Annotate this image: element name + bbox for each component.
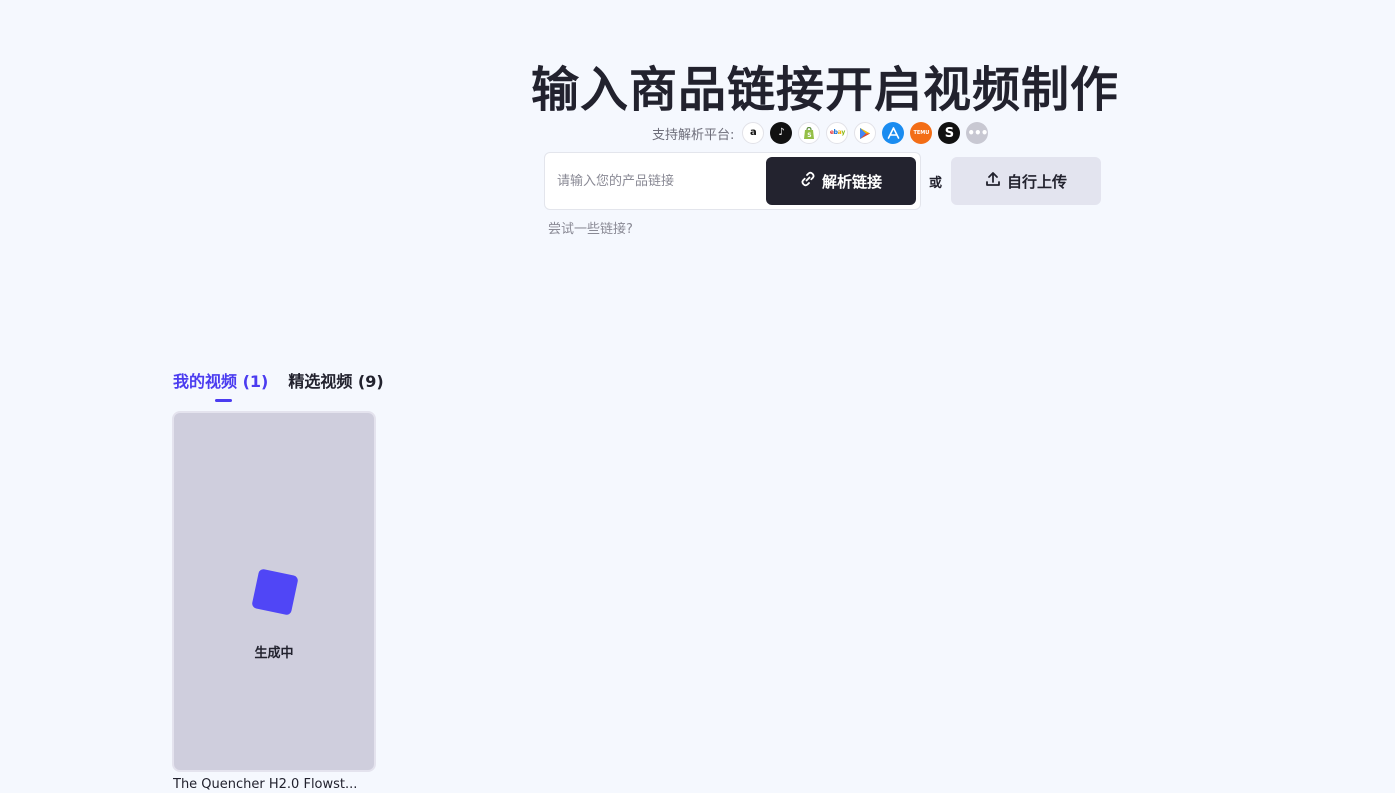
more-icon[interactable]: ••• — [966, 122, 989, 144]
shopify-icon: S — [798, 122, 821, 144]
parse-link-label: 解析链接 — [821, 172, 882, 191]
generating-status: 生成中 — [254, 646, 294, 661]
video-tabs: 我的视频 (1) 精选视频 (9) — [173, 368, 384, 402]
product-link-box: 解析链接 — [544, 152, 921, 210]
svg-text:S: S — [808, 132, 812, 139]
tab-featured-videos-label: 精选视频 (9) — [288, 372, 384, 391]
page-title: 输入商品链接开启视频制作 — [530, 62, 1119, 118]
product-link-input[interactable] — [557, 167, 762, 195]
link-icon — [800, 171, 816, 191]
tiktok-icon: ♪ — [770, 122, 793, 144]
platforms-label: 支持解析平台: — [652, 127, 735, 143]
loading-spinner-icon — [251, 568, 299, 616]
upload-icon — [985, 171, 1001, 191]
s-icon: S — [938, 122, 961, 144]
tab-my-videos-label: 我的视频 (1) — [173, 372, 269, 391]
supported-platforms: 支持解析平台: a ♪ S ebay TEMU S ••• — [652, 122, 989, 144]
temu-icon: TEMU — [910, 122, 933, 144]
amazon-icon: a — [742, 122, 765, 144]
try-links-link[interactable]: 尝试一些链接? — [548, 218, 633, 237]
tab-featured-videos[interactable]: 精选视频 (9) — [288, 368, 383, 402]
parse-link-button[interactable]: 解析链接 — [766, 157, 916, 205]
app-store-icon — [882, 122, 905, 144]
or-label: 或 — [929, 176, 943, 191]
video-title[interactable]: The Quencher H2.0 Flowst... — [173, 777, 373, 792]
tab-my-videos[interactable]: 我的视频 (1) — [173, 368, 268, 402]
upload-button[interactable]: 自行上传 — [951, 157, 1101, 205]
video-card[interactable]: 生成中 — [172, 411, 376, 772]
google-play-icon — [854, 122, 877, 144]
page: 输入商品链接开启视频制作 支持解析平台: a ♪ S ebay TEMU S •… — [0, 0, 1395, 793]
active-tab-indicator — [215, 399, 232, 402]
ebay-icon: ebay — [826, 122, 849, 144]
upload-label: 自行上传 — [1006, 172, 1067, 191]
